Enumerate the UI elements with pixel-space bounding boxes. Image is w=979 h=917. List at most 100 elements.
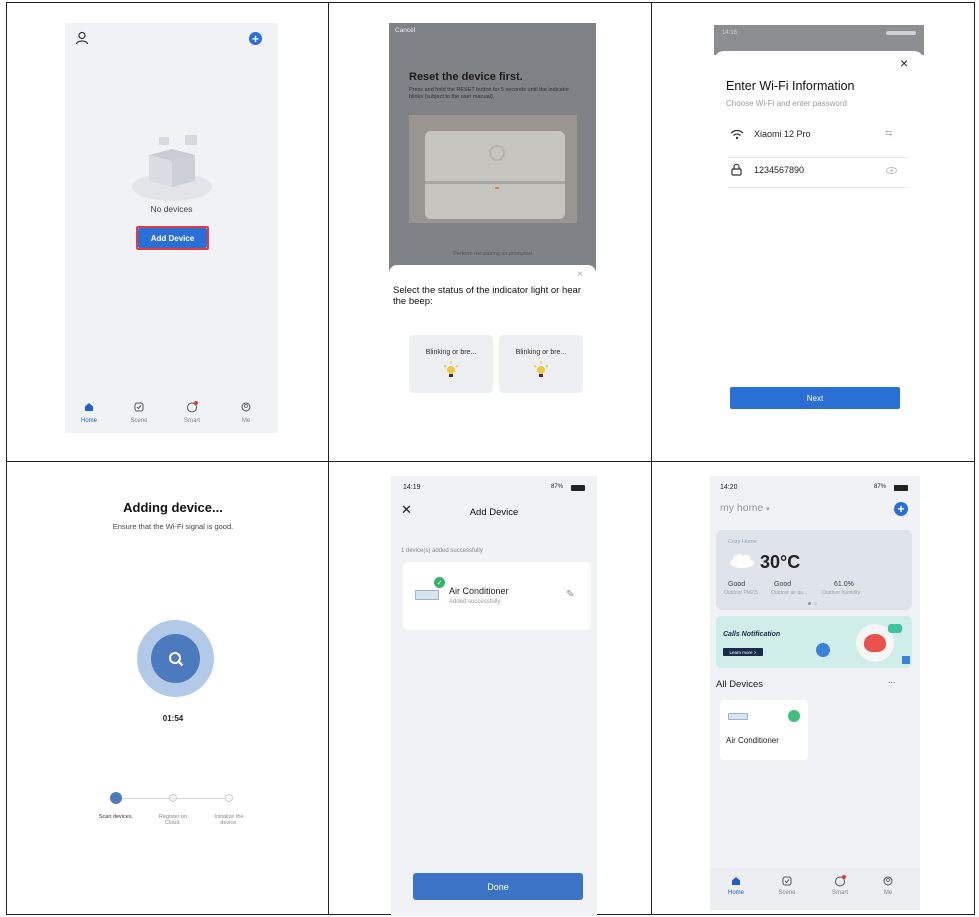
edit-icon[interactable]: ✎ bbox=[566, 589, 574, 600]
reset-title: Reset the device first. bbox=[409, 71, 523, 83]
tab-bar: Home Scene Smart Me bbox=[710, 868, 920, 910]
tab-home[interactable]: Home bbox=[69, 418, 109, 424]
status-time: 14:19 bbox=[403, 484, 421, 491]
eye-icon[interactable] bbox=[886, 167, 897, 174]
bulb-icon bbox=[443, 361, 459, 377]
battery-icon bbox=[571, 485, 585, 491]
add-icon[interactable]: + bbox=[894, 502, 908, 516]
phone-screen: + No devices Add Device Home Scene Smart bbox=[65, 23, 278, 433]
user-icon[interactable] bbox=[75, 31, 89, 45]
pm25-value: Good bbox=[728, 581, 746, 588]
battery-icon bbox=[894, 485, 908, 491]
screenshot-grid: + No devices Add Device Home Scene Smart bbox=[6, 2, 975, 916]
check-icon: ✓ bbox=[434, 577, 445, 588]
option-card-1[interactable]: Blinking or bre... bbox=[409, 335, 493, 393]
cell-home-empty: + No devices Add Device Home Scene Smart bbox=[7, 3, 328, 461]
home-icon[interactable] bbox=[731, 876, 741, 886]
add-device-title: Add Device bbox=[469, 507, 519, 518]
scene-icon[interactable] bbox=[782, 876, 792, 886]
search-icon bbox=[151, 634, 200, 683]
cloud-icon bbox=[730, 554, 754, 568]
page-dot bbox=[808, 602, 811, 605]
sheet-title: Select the status of the indicator light… bbox=[393, 285, 581, 307]
tab-smart[interactable]: Smart bbox=[820, 890, 860, 896]
indicator-sheet: × Select the status of the indicator lig… bbox=[389, 265, 596, 395]
tab-scene[interactable]: Scene bbox=[767, 890, 807, 896]
power-icon[interactable] bbox=[788, 710, 800, 722]
home-name: my home bbox=[720, 502, 764, 514]
me-icon[interactable] bbox=[883, 876, 893, 886]
phone-screen: 14:19 87% ✕ Add Device 1 device(s) added… bbox=[391, 476, 597, 916]
switch-network-icon[interactable]: ⇆ bbox=[885, 128, 893, 139]
smart-icon[interactable] bbox=[834, 875, 846, 887]
cancel-link[interactable]: Cancel bbox=[395, 27, 415, 34]
status-battery: 87% bbox=[874, 484, 887, 490]
cell-wifi-info: 14:18 × Enter Wi-Fi Information Choose W… bbox=[652, 3, 975, 461]
password-field[interactable]: 1234567890 bbox=[754, 165, 804, 175]
step-dot-1 bbox=[110, 792, 122, 804]
device-status: Added successfully bbox=[449, 599, 501, 605]
air-conditioner-icon bbox=[728, 713, 748, 720]
phone-screen: 14:20 87% my home ▾ + Cozy Home 30°C Goo… bbox=[710, 476, 920, 910]
home-selector[interactable]: my home ▾ bbox=[720, 502, 770, 514]
device-photo bbox=[409, 115, 577, 223]
me-icon[interactable] bbox=[241, 402, 251, 412]
tab-home[interactable]: Home bbox=[716, 890, 756, 896]
add-device-button[interactable]: Add Device bbox=[138, 228, 207, 248]
air-label: Outdoor air qu... bbox=[771, 590, 808, 596]
device-card[interactable]: ✓ Air Conditioner Added successfully ✎ bbox=[403, 562, 591, 630]
phone-screen: 14:18 × Enter Wi-Fi Information Choose W… bbox=[714, 25, 924, 455]
smart-icon[interactable] bbox=[186, 401, 198, 413]
scene-icon[interactable] bbox=[134, 402, 144, 412]
device-name: Air Conditioner bbox=[726, 736, 779, 745]
bell-icon bbox=[816, 643, 830, 657]
bulb-icon bbox=[533, 361, 549, 377]
wifi-subtitle: Choose Wi-Fi and enter password bbox=[726, 99, 847, 108]
dropdown-icon: ▾ bbox=[766, 506, 770, 513]
adding-subtitle: Ensure that the Wi-Fi signal is good. bbox=[112, 522, 234, 531]
option-card-2[interactable]: Blinking or bre... bbox=[499, 335, 583, 393]
close-icon[interactable]: × bbox=[577, 269, 583, 280]
option-label-2: Blinking or bre... bbox=[515, 349, 567, 356]
step-label-3: Initialize the device. bbox=[214, 814, 244, 826]
tab-bar: Home Scene Smart Me bbox=[65, 391, 278, 433]
tab-scene[interactable]: Scene bbox=[119, 418, 159, 424]
close-icon[interactable]: × bbox=[900, 55, 908, 71]
pm25-label: Outdoor PM2.5 bbox=[724, 590, 758, 596]
page-dot bbox=[814, 602, 817, 605]
status-battery: 87% bbox=[551, 484, 564, 490]
empty-box-icon bbox=[132, 135, 212, 201]
status-time: 14:18 bbox=[722, 30, 738, 36]
step-dot-3 bbox=[225, 794, 233, 802]
adding-title: Adding device... bbox=[123, 500, 223, 515]
tab-me[interactable]: Me bbox=[868, 890, 908, 896]
add-icon[interactable]: + bbox=[249, 32, 262, 45]
success-count: 1 device(s) added successfully bbox=[401, 548, 483, 554]
tab-me[interactable]: Me bbox=[226, 418, 266, 424]
more-icon[interactable]: ... bbox=[888, 675, 896, 685]
tab-smart[interactable]: Smart bbox=[172, 418, 212, 424]
cell-adding-device: Adding device... Ensure that the Wi-Fi s… bbox=[7, 462, 328, 916]
wifi-sheet: × Enter Wi-Fi Information Choose Wi-Fi a… bbox=[714, 51, 924, 455]
done-button[interactable]: Done bbox=[413, 873, 583, 900]
calls-banner[interactable]: Calls Notification Learn more > bbox=[716, 616, 912, 668]
wifi-icon bbox=[730, 129, 744, 140]
weather-card[interactable]: Cozy Home 30°C Good Good 61.0% Outdoor P… bbox=[716, 530, 912, 610]
device-tile[interactable]: Air Conditioner bbox=[720, 700, 808, 760]
step-label-2: Register on Cloud. bbox=[158, 814, 188, 826]
all-devices-title: All Devices bbox=[716, 679, 763, 690]
air-value: Good bbox=[774, 581, 792, 588]
next-button[interactable]: Next bbox=[730, 387, 900, 409]
wifi-title: Enter Wi-Fi Information bbox=[726, 79, 855, 93]
cell-home-with-device: 14:20 87% my home ▾ + Cozy Home 30°C Goo… bbox=[652, 462, 975, 916]
temperature: 30°C bbox=[760, 552, 801, 572]
status-time: 14:20 bbox=[720, 484, 738, 491]
wifi-ssid[interactable]: Xiaomi 12 Pro bbox=[754, 129, 811, 139]
device-name: Air Conditioner bbox=[449, 586, 509, 596]
cell-add-success: 14:19 87% ✕ Add Device 1 device(s) added… bbox=[329, 462, 651, 916]
home-icon[interactable] bbox=[84, 402, 94, 412]
cell-reset-device: Cancel Reset the device first. Press and… bbox=[329, 3, 651, 461]
learn-more-button[interactable]: Learn more > bbox=[723, 648, 763, 656]
pairing-hint: Perform net pairing as prompted bbox=[453, 251, 532, 257]
humidity-value: 61.0% bbox=[834, 581, 854, 588]
